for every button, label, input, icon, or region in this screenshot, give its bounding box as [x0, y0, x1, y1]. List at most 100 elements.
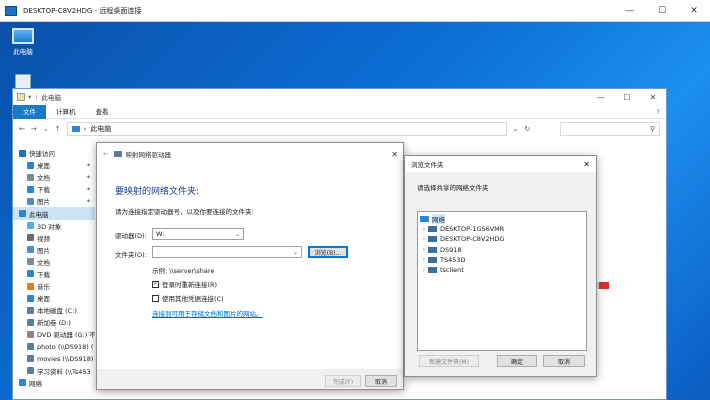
drive-select-value: W:	[156, 230, 165, 238]
sidebar-item[interactable]: 音乐	[13, 280, 95, 292]
back-arrow-icon[interactable]: ←	[19, 125, 25, 133]
desktop-icon-label: 此电脑	[13, 48, 33, 56]
browse-button[interactable]: 浏览(B)...	[308, 246, 348, 258]
cancel-button[interactable]: 取消	[365, 375, 397, 387]
tree-node[interactable]: 网络	[418, 214, 586, 225]
tab-file[interactable]: 文件	[13, 104, 46, 119]
tree-node-label: DS918	[440, 245, 462, 254]
back-arrow-icon[interactable]: ←	[103, 150, 108, 158]
forward-arrow-icon[interactable]: →	[31, 125, 37, 133]
sidebar-item-label: photo (\\DS918) (	[37, 342, 94, 351]
network-drive-icon	[114, 151, 123, 157]
ok-button[interactable]: 确定	[497, 355, 537, 367]
sidebar-item-label: DVD 驱动器 (G:) 不	[37, 331, 95, 340]
sidebar-item[interactable]: movies (\\DS918) (	[13, 353, 95, 365]
explorer-maximize-button[interactable]: ☐	[614, 89, 640, 105]
pin-icon[interactable]: ✦	[86, 162, 91, 169]
finish-button[interactable]: 完成(F)	[325, 375, 361, 387]
browse-cancel-button[interactable]: 取消	[543, 355, 585, 367]
sidebar-item[interactable]: 桌面 ✦	[13, 159, 95, 171]
map-dialog-heading: 要映射的网络文件夹:	[115, 187, 200, 197]
sidebar-item[interactable]: 文档 ✦	[13, 171, 95, 183]
sidebar-item[interactable]: 学习资料 (\\Ts453	[13, 365, 95, 377]
chevron-right-icon[interactable]: ›	[420, 246, 428, 253]
desktop-icon-this-pc[interactable]: 此电脑	[6, 28, 40, 56]
chevron-right-icon[interactable]: ›	[420, 267, 428, 274]
folder-icon	[27, 294, 34, 302]
map-dialog-close-button[interactable]: ✕	[391, 150, 398, 159]
dropdown-icon[interactable]: ▾	[28, 93, 31, 101]
search-icon: ⚲	[649, 125, 655, 133]
recent-dropdown-icon[interactable]: ⌄	[43, 125, 49, 133]
refresh-icon[interactable]: ↻	[524, 125, 530, 133]
chevron-right-icon[interactable]: ›	[420, 256, 428, 263]
explorer-minimize-button[interactable]: —	[588, 89, 614, 105]
quick-access-toolbar-icon[interactable]	[17, 93, 25, 101]
sidebar-item[interactable]: 新加卷 (D:)	[13, 316, 95, 328]
sidebar-item[interactable]: DVD 驱动器 (G:) 不	[13, 328, 95, 340]
drive-select[interactable]: W: ⌄	[152, 228, 244, 240]
sidebar-item[interactable]: photo (\\DS918) (	[13, 341, 95, 353]
rdp-title-bar: DESKTOP-C8V2HDG - 远程桌面连接 — ☐ ✕	[0, 0, 710, 22]
sidebar-item-label: 文档	[37, 174, 50, 183]
sidebar-item[interactable]: 网络	[13, 377, 95, 389]
new-folder-button[interactable]: 新建文件夹(M)	[419, 355, 479, 367]
sidebar-item[interactable]: 下载 ✦	[13, 183, 95, 195]
checkbox-checked-icon: ✓	[152, 280, 159, 288]
tree-node[interactable]: › DESKTOP-1GS6VMR	[418, 224, 586, 234]
folder-tree[interactable]: 网络 › DESKTOP-1GS6VMR › DESKTOP-C8V2HDG › DS918…	[417, 211, 587, 351]
tree-node[interactable]: › tsclient	[418, 265, 586, 275]
folder-icon	[27, 246, 34, 254]
this-pc-icon	[71, 126, 80, 132]
sidebar-item-label: 文档	[37, 258, 50, 267]
sidebar-item[interactable]: 下载	[13, 268, 95, 280]
sidebar-item[interactable]: 图片 ✦	[13, 195, 95, 207]
sidebar-item[interactable]: 桌面	[13, 292, 95, 304]
tree-node-label: 网络	[432, 214, 445, 225]
browse-dialog-title: 浏览文件夹	[411, 161, 444, 169]
sidebar-item-label: 下载	[37, 270, 50, 279]
tab-computer[interactable]: 计算机	[46, 105, 86, 119]
browse-dialog-header: 浏览文件夹 ✕	[405, 156, 596, 172]
search-input[interactable]: ⚲	[560, 122, 660, 136]
sidebar-item-label: 下载	[37, 186, 50, 195]
minimize-button[interactable]: —	[614, 0, 646, 22]
sidebar-item[interactable]: 视频	[13, 232, 95, 244]
sidebar-item-label: 快速访问	[29, 150, 55, 159]
tree-node[interactable]: › DESKTOP-C8V2HDG	[418, 234, 586, 244]
store-documents-link[interactable]: 连接到可用于存储文档和图片的网站。	[152, 308, 263, 318]
remote-desktop-icon	[5, 5, 17, 16]
sidebar-item[interactable]: 图片	[13, 244, 95, 256]
map-dialog-description: 请为连接指定驱动器号，以及你要连接的文件夹:	[115, 208, 254, 216]
pin-icon[interactable]: ✦	[86, 174, 91, 181]
map-dialog-title: 映射网络驱动器	[125, 151, 171, 159]
tab-view[interactable]: 查看	[86, 105, 119, 119]
maximize-button[interactable]: ☐	[646, 0, 678, 22]
sidebar-item-label: 桌面	[37, 295, 50, 304]
sidebar-item[interactable]: 快速访问	[13, 147, 95, 159]
sidebar-item[interactable]: 3D 对象	[13, 220, 95, 232]
sidebar-item[interactable]: 本地磁盘 (C:)	[13, 304, 95, 316]
explorer-close-button[interactable]: ✕	[640, 89, 666, 105]
help-icon[interactable]: ?	[657, 108, 660, 116]
navigation-pane: 快速访问 桌面 ✦ 文档 ✦ 下载 ✦ 图片 ✦ 此电脑 3D 对象 视频 图片 文档 下载 音乐 桌面 本地磁盘…	[13, 147, 95, 399]
tree-node-label: tsclient	[440, 266, 464, 275]
tree-node[interactable]: › TS453D	[418, 255, 586, 265]
up-arrow-icon[interactable]: ↑	[55, 125, 61, 133]
other-credentials-checkbox[interactable]: 使用其他凭据连接(C)	[152, 293, 224, 303]
sidebar-item[interactable]: 此电脑	[13, 207, 95, 220]
chevron-right-icon[interactable]: ›	[420, 226, 428, 233]
pin-icon[interactable]: ✦	[86, 186, 91, 193]
tree-node[interactable]: › DS918	[418, 245, 586, 255]
chevron-right-icon[interactable]: ›	[420, 236, 428, 243]
address-bar[interactable]: › 此电脑	[66, 122, 507, 136]
sidebar-item[interactable]: 文档	[13, 256, 95, 268]
reconnect-checkbox[interactable]: ✓ 登录时重新连接(R)	[152, 279, 217, 289]
close-button[interactable]: ✕	[678, 0, 710, 22]
sidebar-item-label: 图片	[37, 198, 50, 207]
folder-input[interactable]: ⌄	[152, 246, 302, 258]
sidebar-item-label: 学习资料 (\\Ts453	[37, 367, 91, 376]
browse-dialog-close-button[interactable]: ✕	[583, 160, 590, 169]
pin-icon[interactable]: ✦	[86, 198, 91, 205]
address-dropdown-icon[interactable]: ⌄	[513, 125, 519, 133]
